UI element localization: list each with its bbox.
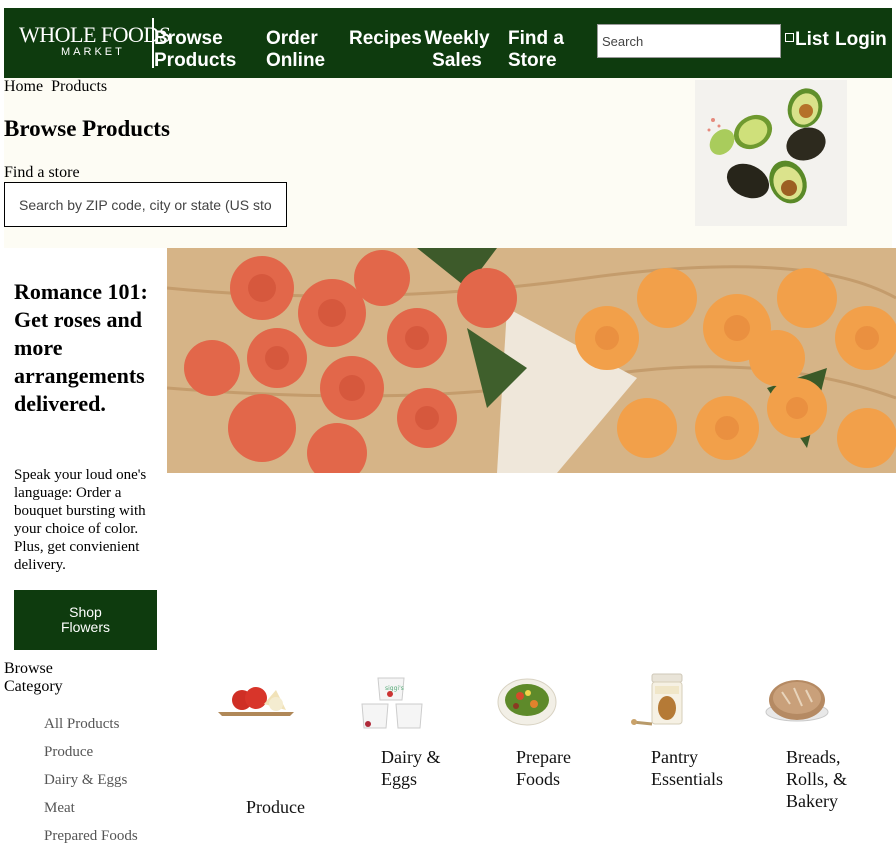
category-link-all-products[interactable]: All Products <box>44 710 138 738</box>
nav-find-a-store[interactable]: Find a Store <box>508 28 568 72</box>
category-link-meat[interactable]: Meat <box>44 794 138 822</box>
shop-flowers-button[interactable]: Shop Flowers <box>14 590 157 650</box>
nav-label: Order Online <box>266 28 326 71</box>
salad-bowl-icon <box>497 678 557 726</box>
nav-order-online[interactable]: Order Online <box>266 28 328 72</box>
browse-category-heading: Browse Category <box>4 660 63 695</box>
category-tile-produce[interactable]: Produce <box>210 670 340 830</box>
category-tile-label: Breads, Rolls, & Bakery <box>786 747 848 811</box>
yogurt-icon: siggi's <box>361 677 423 729</box>
category-tile-prepare-foods[interactable]: Prepare Foods <box>494 670 614 790</box>
nav-weekly-sales[interactable]: Weekly Sales <box>422 28 492 72</box>
nav-label: Weekly Sales <box>424 28 490 71</box>
category-tile-label: Prepare Foods <box>516 747 571 789</box>
nav-recipes[interactable]: Recipes <box>349 28 422 50</box>
page-title: Browse Products <box>4 116 170 141</box>
category-tile-pantry-essentials[interactable]: Pantry Essentials <box>628 670 748 790</box>
nav-label: Browse Products <box>154 28 237 71</box>
avocado-half-1 <box>787 88 823 128</box>
category-link-dairy-eggs[interactable]: Dairy & Eggs <box>44 766 138 794</box>
nav-label: Find a Store <box>508 28 564 71</box>
avocado-image <box>695 80 847 226</box>
site-header: WHOLE FOODS MARKET Browse Products Order… <box>4 8 892 78</box>
store-search-input[interactable] <box>4 182 287 227</box>
promo-description: Speak your loud one's language: Order a … <box>14 467 147 573</box>
bread-icon <box>765 680 829 722</box>
category-tile-label: Pantry Essentials <box>651 747 723 789</box>
promo-title: Romance 101: Get roses and more arrangem… <box>14 279 148 416</box>
breadcrumb-home[interactable]: Home <box>4 78 43 95</box>
category-list: All Products Produce Dairy & Eggs Meat P… <box>44 710 138 850</box>
category-tile-label: Dairy & Eggs <box>381 747 441 789</box>
list-label: List <box>795 29 829 50</box>
category-tile-dairy-eggs[interactable]: siggi's Dairy & Eggs <box>358 670 468 790</box>
category-link-prepared-foods[interactable]: Prepared Foods <box>44 822 138 850</box>
whole-foods-logo[interactable]: WHOLE FOODS MARKET <box>19 20 171 64</box>
logo-sub-text: MARKET <box>61 46 125 58</box>
shopping-list-link[interactable]: List <box>785 29 829 51</box>
apples-icon <box>218 687 294 716</box>
breadcrumb-products[interactable]: Products <box>51 78 107 95</box>
category-tile-label: Produce <box>246 797 305 817</box>
logo-main-text: WHOLE FOODS <box>19 22 171 47</box>
nav-browse-products[interactable]: Browse Products <box>154 28 240 72</box>
find-store-label: Find a store <box>4 164 80 181</box>
breadcrumb: Home Products <box>4 78 107 96</box>
store-finder-band: Home Products Browse Products Find a sto… <box>4 78 892 248</box>
login-link[interactable]: Login <box>835 29 887 51</box>
list-icon <box>785 32 794 42</box>
jar-icon <box>631 673 683 726</box>
category-link-produce[interactable]: Produce <box>44 738 138 766</box>
svg-text:siggi's: siggi's <box>385 685 404 692</box>
category-tile-breads-rolls-bakery[interactable]: Breads, Rolls, & Bakery <box>762 670 892 830</box>
roses-hero-image <box>167 248 896 473</box>
site-search-input[interactable] <box>597 24 781 58</box>
nav-label: Recipes <box>349 28 422 49</box>
